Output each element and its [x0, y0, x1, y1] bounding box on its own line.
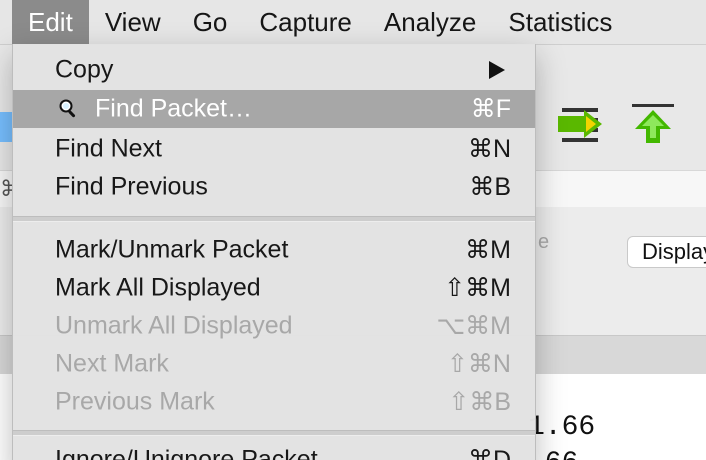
filter-hint-text: e	[538, 231, 550, 253]
menu-item-label: Ignore/Unignore Packet	[55, 445, 318, 460]
analyze-menu-title[interactable]: Analyze	[368, 0, 493, 44]
menu-item-label: Find Next	[55, 134, 162, 163]
menu-shortcut: ⌘D	[467, 446, 511, 460]
mark-unmark-packet-menu-item[interactable]: Mark/Unmark Packet ⌘M	[13, 231, 535, 269]
bookmark-icon[interactable]: ⌘	[0, 171, 12, 207]
menu-shortcut: ⇧⌘B	[448, 388, 511, 416]
menu-item-label: Copy	[55, 55, 114, 84]
menu-shortcut: ⇧⌘N	[446, 350, 511, 378]
find-previous-menu-item[interactable]: Find Previous ⌘B	[13, 168, 535, 206]
application-menubar: Edit View Go Capture Analyze Statistics	[0, 0, 706, 45]
find-packet-menu-item[interactable]: Find Packet… ⌘F	[13, 90, 535, 128]
copy-menu-item[interactable]: Copy	[13, 51, 535, 89]
edit-menu-title[interactable]: Edit	[12, 0, 89, 44]
menu-separator	[13, 430, 535, 436]
menu-item-label: Next Mark	[55, 349, 169, 378]
capture-menu-title[interactable]: Capture	[243, 0, 368, 44]
menu-item-label: Find Packet…	[95, 94, 253, 123]
unmark-all-displayed-menu-item: Unmark All Displayed ⌥⌘M	[13, 307, 535, 345]
toolbar-partial-icon	[0, 112, 12, 142]
menu-shortcut: ⌘B	[469, 173, 511, 201]
menu-shortcut: ⌥⌘M	[436, 312, 511, 340]
mark-all-displayed-menu-item[interactable]: Mark All Displayed ⇧⌘M	[13, 269, 535, 307]
display-button[interactable]: Display	[627, 236, 706, 268]
menu-item-label: Unmark All Displayed	[55, 311, 293, 340]
menu-shortcut: ⌘N	[467, 135, 511, 163]
menu-item-label: Mark/Unmark Packet	[55, 235, 289, 264]
menu-separator	[13, 216, 535, 222]
go-to-first-packet-icon[interactable]	[624, 98, 682, 154]
find-next-menu-item[interactable]: Find Next ⌘N	[13, 130, 535, 168]
previous-mark-menu-item: Previous Mark ⇧⌘B	[13, 383, 535, 421]
menu-shortcut: ⇧⌘M	[444, 274, 511, 302]
menu-item-label: Mark All Displayed	[55, 273, 261, 302]
submenu-arrow-icon	[489, 61, 505, 79]
edit-menu-dropdown: Copy Find Packet… ⌘F Find Next ⌘N Find P…	[12, 44, 536, 460]
menu-item-label: Previous Mark	[55, 387, 215, 416]
menu-shortcut: ⌘M	[465, 236, 511, 264]
next-mark-menu-item: Next Mark ⇧⌘N	[13, 345, 535, 383]
view-menu-title[interactable]: View	[89, 0, 177, 44]
wireshark-screen: Edit View Go Capture Analyze Statistics …	[0, 0, 706, 460]
ignore-unignore-packet-menu-item[interactable]: Ignore/Unignore Packet ⌘D	[13, 441, 535, 460]
menu-shortcut: ⌘F	[470, 95, 511, 123]
magnifier-icon	[58, 98, 80, 120]
jump-to-packet-icon[interactable]	[552, 98, 610, 154]
packet-list-value: 1.66	[528, 412, 596, 443]
go-menu-title[interactable]: Go	[177, 0, 244, 44]
menu-item-label: Find Previous	[55, 172, 208, 201]
statistics-menu-title[interactable]: Statistics	[492, 0, 628, 44]
